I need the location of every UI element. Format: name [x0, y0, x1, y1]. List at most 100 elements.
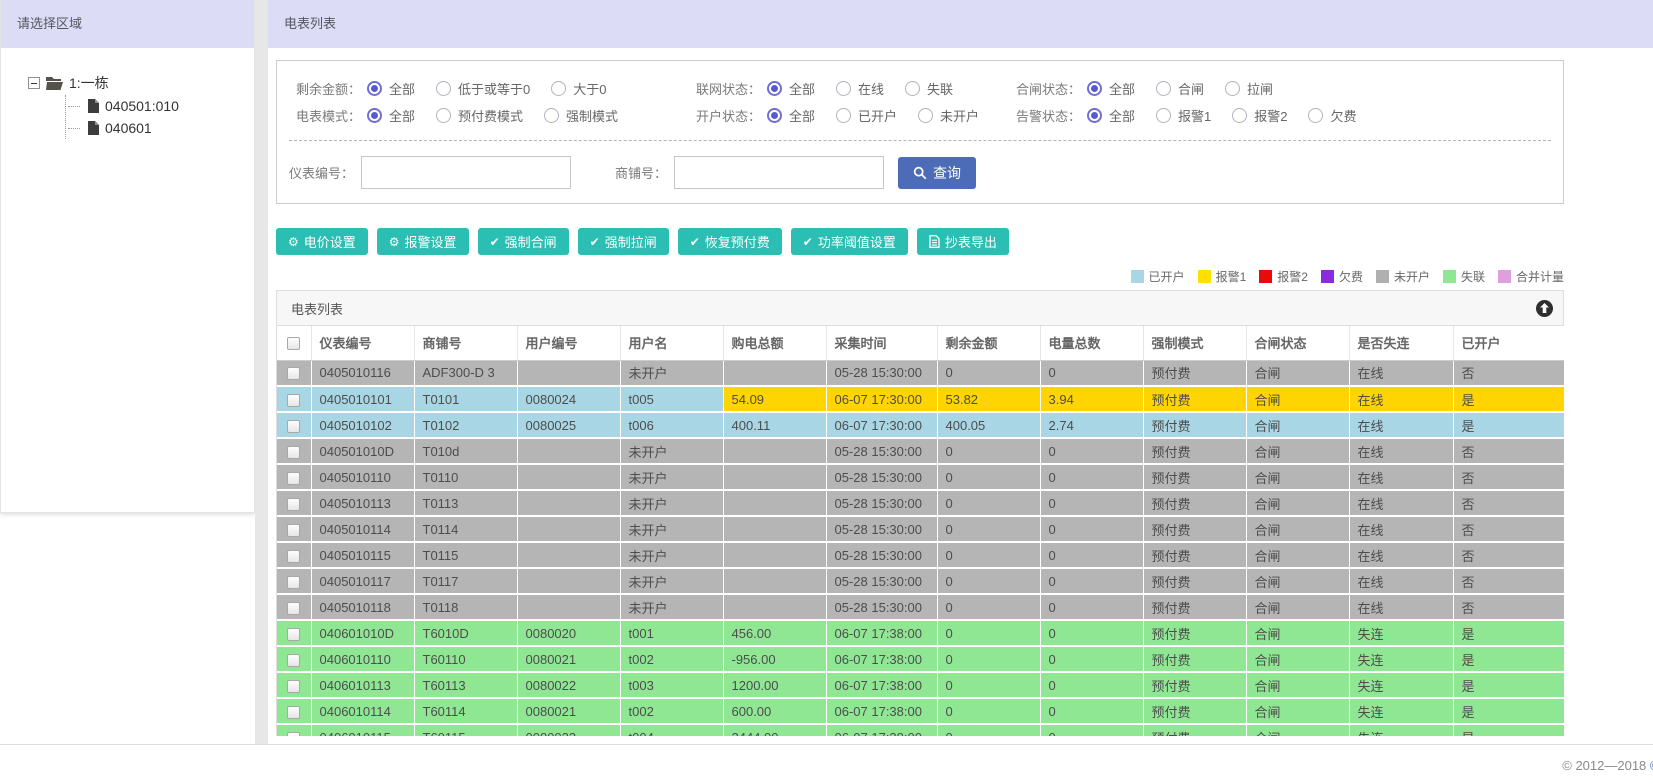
- action-toolbar: ⚙ 电价设置 ⚙ 报警设置 ✔ 强制合闸 ✔ 强制拉闸 ✔ 恢复预付费 ✔ 功率阈值设置 抄表导出: [276, 228, 1564, 255]
- tree-item-0[interactable]: 040501:010: [66, 95, 254, 117]
- table-cell: 合闸: [1246, 542, 1350, 569]
- filter-group-r2-2: 告警状态： 全部 报警1 报警2 欠费: [1009, 106, 1378, 125]
- row-checkbox[interactable]: [287, 393, 301, 407]
- table-cell: 0: [937, 490, 1041, 517]
- table-cell: 预付费: [1143, 620, 1247, 647]
- row-checkbox[interactable]: [287, 575, 301, 589]
- table-cell: 合闸: [1246, 672, 1350, 699]
- legend-label: 报警2: [1277, 270, 1308, 284]
- row-checkbox[interactable]: [287, 653, 301, 667]
- row-checkbox-cell: [277, 542, 312, 569]
- table-cell: 0: [937, 360, 1041, 387]
- action-button-5[interactable]: ✔ 功率阈值设置: [790, 228, 908, 255]
- action-button-1[interactable]: ⚙ 报警设置: [376, 228, 469, 255]
- row-checkbox[interactable]: [287, 419, 301, 433]
- row-checkbox[interactable]: [287, 445, 301, 459]
- row-checkbox-cell: [277, 386, 312, 413]
- collapse-up-icon[interactable]: [1536, 299, 1553, 317]
- table-cell: [723, 490, 827, 517]
- row-checkbox[interactable]: [287, 549, 301, 563]
- radio-option[interactable]: 预付费模式: [436, 106, 523, 125]
- table-cell: 0406010110: [311, 646, 415, 673]
- radio-icon: [436, 108, 452, 123]
- table-cell: 0: [1040, 646, 1144, 673]
- table-cell: T0115: [414, 542, 518, 569]
- action-button-3[interactable]: ✔ 强制拉闸: [577, 228, 669, 255]
- row-checkbox[interactable]: [287, 601, 301, 615]
- filter-group-label: 剩余金额：: [295, 82, 361, 97]
- filter-group-r1-0: 剩余金额： 全部 低于或等于0 大于0: [289, 79, 689, 98]
- radio-label: 全部: [389, 82, 416, 97]
- action-button-6[interactable]: 抄表导出: [916, 228, 1009, 255]
- table-cell: t004: [620, 724, 724, 736]
- action-button-0[interactable]: ⚙ 电价设置: [276, 228, 368, 255]
- table-cell: 0: [937, 594, 1041, 621]
- column-header-0: 仪表编号: [311, 326, 415, 361]
- table-cell: 0: [1040, 698, 1144, 725]
- select-all-checkbox[interactable]: [287, 337, 301, 351]
- radio-option[interactable]: 低于或等于0: [436, 79, 530, 98]
- query-button[interactable]: 查询: [898, 156, 977, 189]
- table-cell: 否: [1453, 542, 1564, 569]
- tree-collapse-icon[interactable]: [28, 77, 40, 89]
- radio-option[interactable]: 报警1: [1156, 106, 1211, 125]
- table-cell: 预付费: [1143, 698, 1247, 725]
- radio-option[interactable]: 报警2: [1232, 106, 1287, 125]
- meter-no-input[interactable]: [361, 156, 572, 189]
- radio-label: 强制模式: [566, 109, 619, 124]
- table-cell: 0: [1040, 568, 1144, 595]
- table-cell: 合闸: [1246, 490, 1350, 517]
- radio-option[interactable]: 未开户: [918, 106, 979, 125]
- table-cell: 0406010113: [311, 672, 415, 699]
- radio-option[interactable]: 全部: [767, 106, 815, 125]
- row-checkbox[interactable]: [287, 367, 301, 381]
- radio-icon: [918, 108, 934, 123]
- row-checkbox[interactable]: [287, 497, 301, 511]
- radio-option[interactable]: 大于0: [551, 79, 606, 98]
- action-button-4[interactable]: ✔ 恢复预付费: [677, 228, 782, 255]
- table-cell: 预付费: [1143, 542, 1247, 569]
- radio-option[interactable]: 已开户: [836, 106, 897, 125]
- radio-option[interactable]: 合闸: [1156, 79, 1204, 98]
- radio-option[interactable]: 全部: [1087, 106, 1135, 125]
- row-checkbox[interactable]: [287, 627, 301, 641]
- action-button-label: 抄表导出: [944, 235, 997, 250]
- radio-option[interactable]: 全部: [367, 106, 415, 125]
- row-checkbox[interactable]: [287, 471, 301, 485]
- radio-icon: [1156, 108, 1172, 123]
- table-cell: 预付费: [1143, 464, 1247, 491]
- sidebar-title: 请选择区域: [1, 0, 254, 48]
- table-cell: 0080025: [517, 412, 621, 439]
- radio-option[interactable]: 在线: [836, 79, 884, 98]
- table-cell: [517, 542, 621, 569]
- tree-root-node[interactable]: 1:一栋: [28, 73, 254, 93]
- table-cell: 未开户: [620, 594, 724, 621]
- row-checkbox[interactable]: [287, 731, 301, 736]
- radio-option[interactable]: 拉闸: [1225, 79, 1273, 98]
- radio-option[interactable]: 全部: [1087, 79, 1135, 98]
- filter-group-label: 告警状态：: [1015, 109, 1081, 124]
- table-cell: 0: [937, 672, 1041, 699]
- radio-icon: [544, 108, 560, 123]
- radio-label: 在线: [858, 82, 885, 97]
- table-cell: 0: [1040, 542, 1144, 569]
- legend-swatch: [1259, 270, 1273, 283]
- shop-no-input[interactable]: [674, 156, 885, 189]
- table-row-4: 0405010110 T0110 未开户 05-28 15:30:00 0 0 预付费 合闸在…: [277, 464, 1564, 491]
- row-checkbox[interactable]: [287, 523, 301, 537]
- tree-item-1[interactable]: 040601: [66, 117, 254, 139]
- table-cell: 0: [1040, 516, 1144, 543]
- radio-option[interactable]: 强制模式: [544, 106, 618, 125]
- radio-option[interactable]: 全部: [367, 79, 415, 98]
- table-cell: [723, 516, 827, 543]
- row-checkbox[interactable]: [287, 705, 301, 719]
- table-row-11: 0406010110 T60110 0080021 t002 -956.00 06-07 …: [277, 646, 1564, 673]
- action-button-2[interactable]: ✔ 强制合闸: [477, 228, 569, 255]
- table-cell: 05-28 15:30:00: [826, 438, 938, 465]
- radio-option[interactable]: 欠费: [1308, 106, 1357, 125]
- radio-option[interactable]: 全部: [767, 79, 815, 98]
- table-cell: T0110: [414, 464, 518, 491]
- row-checkbox[interactable]: [287, 679, 301, 693]
- radio-label: 大于0: [573, 82, 607, 97]
- radio-option[interactable]: 失联: [905, 79, 953, 98]
